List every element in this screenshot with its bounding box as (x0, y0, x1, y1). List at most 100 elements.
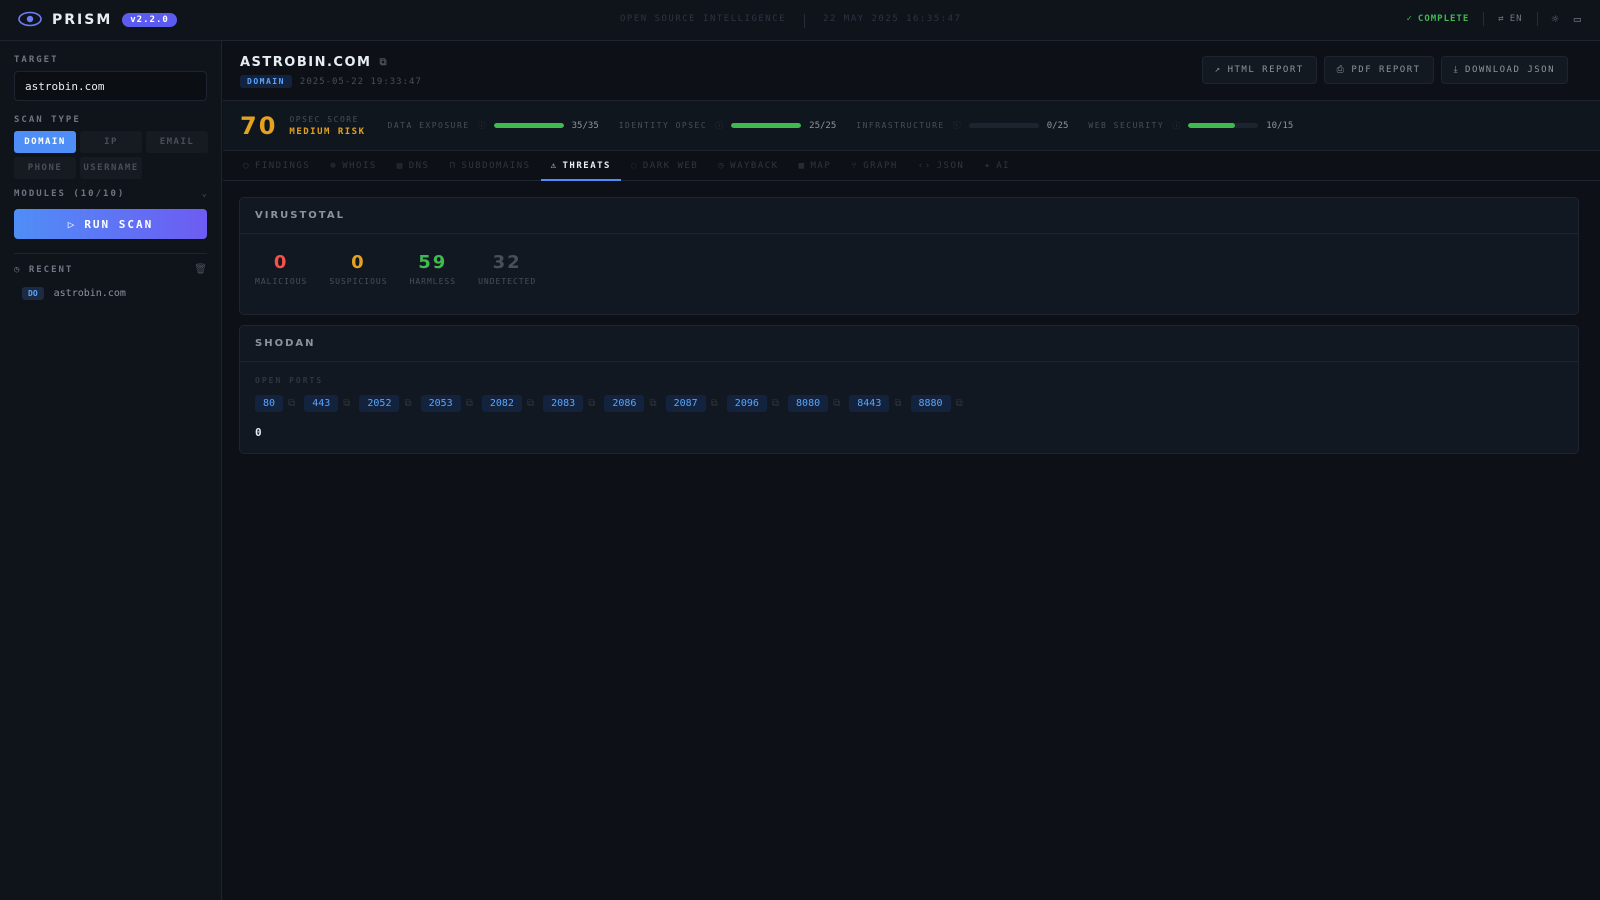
port-chip[interactable]: 8880 (910, 395, 951, 412)
scan-type-ip[interactable]: IP (80, 131, 142, 153)
stat-malicious: 0 MALICIOUS (255, 252, 307, 286)
version-badge: v2.2.0 (122, 13, 177, 27)
port-chip[interactable]: 2096 (726, 395, 767, 412)
metric-value: 25/25 (809, 120, 837, 131)
copy-icon[interactable]: ⧉ (956, 398, 963, 409)
port-chip[interactable]: 2082 (481, 395, 522, 412)
metric-identity-opsec: IDENTITY OPSEC ⓘ 25/25 (619, 120, 837, 131)
copy-icon[interactable]: ⧉ (711, 398, 718, 409)
pdf-report-button[interactable]: ⎙ PDF REPORT (1323, 56, 1434, 84)
progress-fill (1188, 123, 1235, 128)
divider (14, 253, 207, 254)
metric-name: INFRASTRUCTURE (856, 121, 945, 130)
port-chip[interactable]: 8080 (788, 395, 829, 412)
tab-map[interactable]: ▦ MAP (789, 151, 842, 180)
result-header: ASTROBIN.COM ⧉ DOMAIN 2025-05-22 19:33:4… (223, 41, 1600, 101)
scan-type-phone[interactable]: PHONE (14, 157, 76, 179)
server-icon: ▤ (396, 160, 404, 171)
copy-icon[interactable]: ⧉ (894, 398, 901, 409)
port-chip[interactable]: 2087 (665, 395, 706, 412)
panel-title: VIRUSTOTAL (240, 198, 1578, 234)
port-chip[interactable]: 2052 (359, 395, 400, 412)
port-chip[interactable]: 80 (255, 395, 284, 412)
copy-icon[interactable]: ⧉ (343, 398, 350, 409)
translate-icon: ⇄ (1498, 14, 1505, 24)
copy-icon[interactable]: ⧉ (833, 398, 840, 409)
port-chip[interactable]: 2053 (420, 395, 461, 412)
port-chip[interactable]: 8443 (849, 395, 890, 412)
scan-timestamp: 2025-05-22 19:33:47 (299, 76, 422, 87)
globe-icon: ⊕ (330, 160, 338, 171)
tab-dns[interactable]: ▤ DNS (387, 151, 440, 180)
scan-type-username[interactable]: USERNAME (80, 157, 142, 179)
trash-icon[interactable]: 🗑 (194, 264, 207, 275)
threats-content: VIRUSTOTAL 0 MALICIOUS 0 SUSPICIOUS 59 H… (223, 181, 1600, 454)
target-input[interactable] (14, 71, 207, 101)
tab-graph[interactable]: ⑂ GRAPH (841, 151, 908, 180)
copy-icon[interactable]: ⧉ (404, 398, 411, 409)
modules-toggle[interactable]: MODULES (10/10) ⌄ (14, 189, 207, 199)
clock-icon: ◷ (718, 160, 726, 171)
tab-wayback[interactable]: ◷ WAYBACK (708, 151, 788, 180)
recent-item-label: astrobin.com (53, 288, 126, 299)
target-label: TARGET (14, 55, 59, 65)
port-chip[interactable]: 2083 (543, 395, 584, 412)
stat-undetected: 32 UNDETECTED (478, 252, 536, 286)
download-json-button[interactable]: ⤓ DOWNLOAD JSON (1440, 56, 1568, 84)
play-icon: ▷ (67, 217, 77, 231)
scan-type-email[interactable]: EMAIL (146, 131, 208, 153)
sun-icon[interactable]: ☼ (1552, 12, 1560, 26)
tab-findings[interactable]: ◯ FINDINGS (233, 151, 320, 180)
copy-icon[interactable]: ⧉ (466, 398, 473, 409)
eye-off-icon: ◌ (630, 160, 638, 171)
external-link-icon: ↗ (1214, 65, 1222, 75)
tab-threats[interactable]: ⚠ THREATS (540, 151, 622, 181)
progress-fill (731, 123, 802, 128)
info-icon[interactable]: ⓘ (953, 120, 961, 131)
run-scan-button[interactable]: ▷ RUN SCAN (14, 209, 207, 239)
monitor-icon[interactable]: ▭ (1574, 12, 1582, 26)
copy-icon[interactable]: ⧉ (649, 398, 656, 409)
scan-type-domain[interactable]: DOMAIN (14, 131, 76, 153)
stat-label: MALICIOUS (255, 277, 308, 286)
tab-whois[interactable]: ⊕ WHOIS (320, 151, 387, 180)
copy-icon[interactable]: ⧉ (288, 398, 295, 409)
chevron-down-icon: ⌄ (201, 189, 207, 199)
progress-bar (1188, 123, 1259, 128)
recent-header: ◷ RECENT 🗑 (14, 264, 207, 275)
copy-icon[interactable]: ⧉ (772, 398, 779, 409)
score-metrics: DATA EXPOSURE ⓘ 35/35 IDENTITY OPSEC ⓘ 2… (388, 120, 1294, 131)
port-chip[interactable]: 443 (304, 395, 339, 412)
shodan-panel: SHODAN OPEN PORTS 80 ⧉ 443 ⧉ 2052 ⧉ 2053 ⧉ 2082 ⧉… (239, 325, 1579, 454)
shield-icon: ◯ (243, 160, 250, 171)
pdf-report-label: PDF REPORT (1351, 65, 1421, 75)
metric-value: 10/15 (1266, 120, 1294, 131)
language-toggle[interactable]: ⇄ EN (1498, 14, 1522, 24)
info-icon[interactable]: ⓘ (478, 120, 486, 131)
divider (1483, 12, 1485, 26)
metric-value: 0/25 (1046, 120, 1069, 131)
metric-web-security: WEB SECURITY ⓘ 10/15 (1088, 120, 1293, 131)
port-chip[interactable]: 2086 (604, 395, 645, 412)
shodan-body: OPEN PORTS 80 ⧉ 443 ⧉ 2052 ⧉ 2053 ⧉ 2082 ⧉ 2083 ⧉ 20… (240, 362, 1578, 453)
report-actions: ↗ HTML REPORT ⎙ PDF REPORT ⤓ DOWNLOAD JS… (1201, 56, 1568, 84)
info-icon[interactable]: ⓘ (1172, 120, 1180, 131)
tab-json[interactable]: ‹› JSON (908, 151, 975, 180)
tab-subdomains[interactable]: ⊓ SUBDOMAINS (439, 151, 540, 180)
recent-item[interactable]: DO astrobin.com (14, 287, 207, 300)
html-report-button[interactable]: ↗ HTML REPORT (1201, 56, 1317, 84)
tab-ai[interactable]: ✦ AI (974, 151, 1020, 180)
copy-icon[interactable]: ⧉ (527, 398, 534, 409)
tagline: OPEN SOURCE INTELLIGENCE (620, 14, 787, 24)
language-label: EN (1509, 14, 1523, 24)
info-icon[interactable]: ⓘ (715, 120, 723, 131)
copy-icon[interactable]: ⧉ (379, 57, 388, 68)
score-label-group: OPSEC SCORE MEDIUM RISK (289, 115, 365, 137)
branch-icon: ⑂ (851, 160, 859, 171)
tab-dark-web[interactable]: ◌ DARK WEB (621, 151, 708, 180)
progress-bar (493, 123, 564, 128)
metric-name: IDENTITY OPSEC (618, 121, 708, 130)
stat-value: 59 (418, 252, 448, 273)
scan-type-selector: DOMAIN IP EMAIL PHONE USERNAME (14, 131, 208, 179)
copy-icon[interactable]: ⧉ (588, 398, 595, 409)
